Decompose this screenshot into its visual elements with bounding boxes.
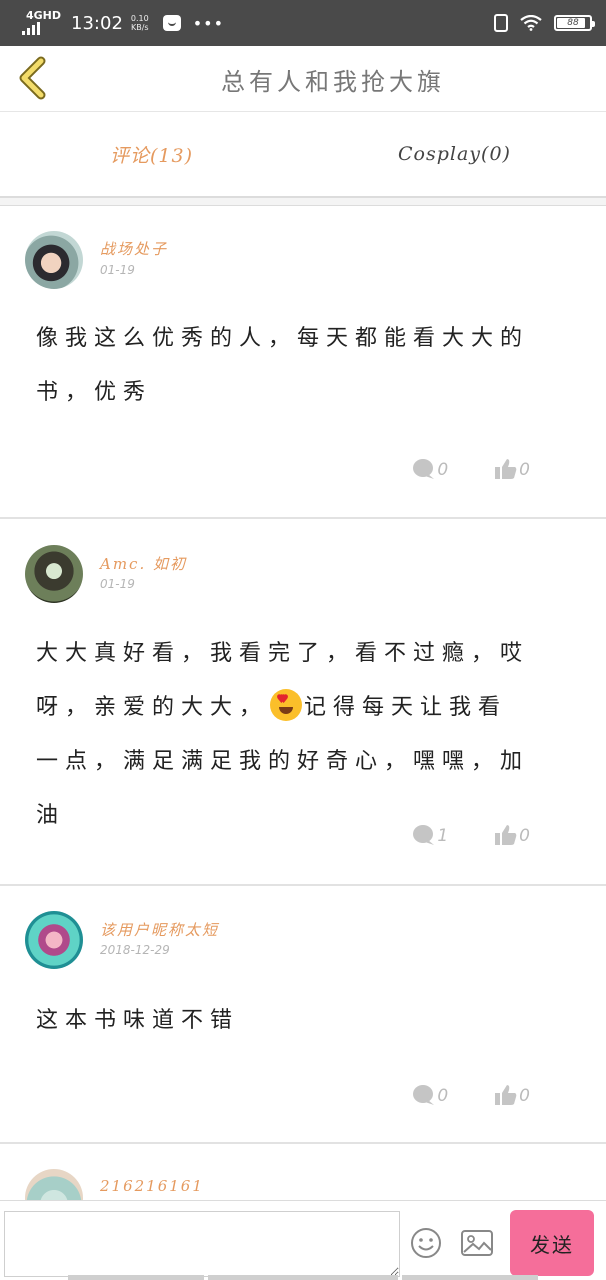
header-bar: 总有人和我抢大旗 [0, 46, 606, 112]
thumbs-up-icon [495, 1085, 517, 1105]
comment-actions: 0 0 [412, 1084, 530, 1106]
thumbs-up-icon [495, 825, 517, 845]
avatar[interactable] [25, 231, 83, 289]
comment-text: 像我这么优秀的人，每天都能看大大的书，优秀 [36, 326, 530, 405]
status-bar: 4GHD 13:02 0.10 KB/s ••• 88 [0, 0, 606, 46]
thumbs-up-icon [495, 459, 517, 479]
comment-actions: 1 0 [412, 824, 530, 846]
network-speed: 0.10 KB/s [131, 14, 149, 32]
like-count: 0 [519, 460, 530, 480]
heart-eyes-emoji-icon [270, 689, 303, 721]
like-count: 0 [519, 826, 530, 846]
comment-bubble-icon [413, 1085, 435, 1105]
tab-cosplay[interactable]: Cosplay(0) [303, 112, 606, 196]
comment-bubble-icon [413, 825, 435, 845]
like-button[interactable]: 0 [494, 1084, 530, 1106]
reply-count: 0 [437, 460, 449, 480]
reply-count: 0 [437, 1086, 449, 1106]
avatar[interactable] [25, 545, 83, 603]
nav-gesture-bar [68, 1275, 204, 1280]
comment-item: 该用户昵称太短 2018-12-29 这本书味道不错 0 0 [0, 886, 606, 1144]
vibrate-icon [494, 14, 508, 32]
comment-actions: 0 0 [412, 458, 530, 480]
tab-bar: 评论(13) Cosplay(0) [0, 112, 606, 198]
clock: 13:02 [71, 12, 123, 34]
comment-bubble-icon [413, 459, 435, 479]
comment-input[interactable] [4, 1211, 400, 1277]
image-icon[interactable] [460, 1229, 494, 1257]
comment-text: 大大真好看，我看完了，看不过瘾，哎呀，亲爱的大大，记得每天让我看一点，满足满足我… [36, 627, 536, 843]
divider [0, 198, 606, 206]
like-button[interactable]: 0 [494, 458, 530, 480]
smiley-icon[interactable] [410, 1227, 442, 1259]
reply-button[interactable]: 0 [412, 1084, 448, 1106]
wechat-icon [162, 15, 181, 31]
wifi-icon [520, 15, 542, 31]
avatar[interactable] [25, 911, 83, 969]
comment-author[interactable]: Amc. 如初 [100, 553, 187, 574]
page-title: 总有人和我抢大旗 [221, 68, 445, 96]
tab-comments[interactable]: 评论(13) [0, 112, 303, 196]
comment-date: 01-19 [100, 263, 135, 277]
comment-compose-bar: 发送 [0, 1200, 606, 1280]
comment-item: Amc. 如初 01-19 大大真好看，我看完了，看不过瘾，哎呀，亲爱的大大，记… [0, 519, 606, 886]
signal-icon: 4GHD [22, 9, 62, 35]
comment-item: 216216161 [0, 1144, 606, 1200]
nav-gesture-bar [208, 1275, 398, 1280]
comment-author[interactable]: 该用户昵称太短 [100, 919, 219, 940]
comment-date: 2018-12-29 [100, 943, 170, 957]
avatar[interactable] [25, 1169, 83, 1200]
comment-author[interactable]: 战场处子 [100, 238, 168, 259]
battery-level: 88 [567, 18, 579, 28]
reply-button[interactable]: 1 [412, 824, 448, 846]
comment-text: 这本书味道不错 [36, 1008, 240, 1033]
reply-count: 1 [437, 826, 449, 846]
network-type: 4GHD [26, 9, 62, 22]
speed-value: 0.10 [130, 14, 149, 23]
battery-icon: 88 [554, 15, 595, 31]
more-dots-icon: ••• [192, 13, 225, 33]
comment-author[interactable]: 216216161 [100, 1177, 204, 1195]
reply-button[interactable]: 0 [412, 458, 448, 480]
send-button[interactable]: 发送 [510, 1210, 594, 1276]
comment-item: 战场处子 01-19 像我这么优秀的人，每天都能看大大的书，优秀 0 0 [0, 206, 606, 519]
speed-unit: KB/s [131, 23, 149, 32]
like-button[interactable]: 0 [494, 824, 530, 846]
like-count: 0 [519, 1086, 530, 1106]
nav-gesture-bar [402, 1275, 538, 1280]
comment-date: 01-19 [100, 577, 135, 591]
